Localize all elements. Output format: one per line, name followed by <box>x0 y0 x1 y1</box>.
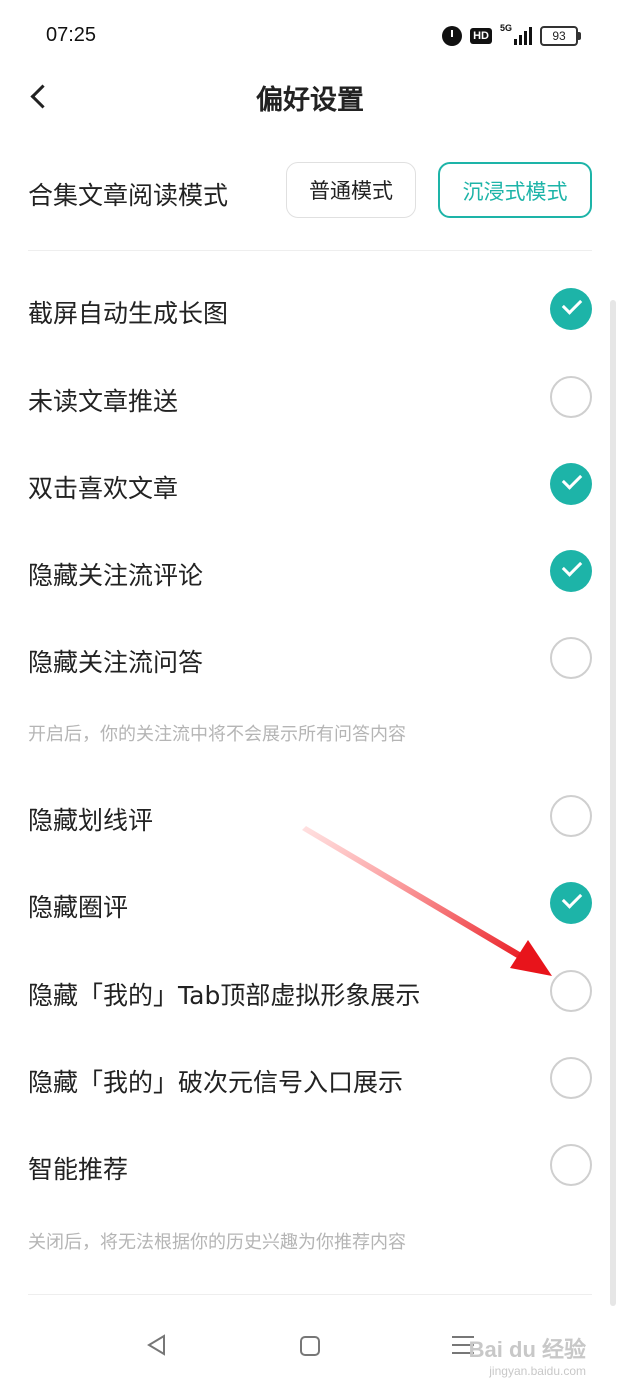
watermark-main: Bai du 经验 <box>468 1337 586 1362</box>
watermark-sub: jingyan.baidu.com <box>489 1364 586 1378</box>
watermark-logo: Bai du 经验 jingyan.baidu.com <box>469 1332 586 1378</box>
annotation-arrow-icon <box>302 826 552 976</box>
system-nav-bar: Bai du 经验 jingyan.baidu.com <box>0 1300 620 1386</box>
nav-back-icon[interactable] <box>146 1334 168 1356</box>
annotation-arrow-shaft <box>302 826 530 964</box>
annotation-arrow-head <box>510 940 552 976</box>
nav-home-icon[interactable] <box>300 1336 320 1356</box>
